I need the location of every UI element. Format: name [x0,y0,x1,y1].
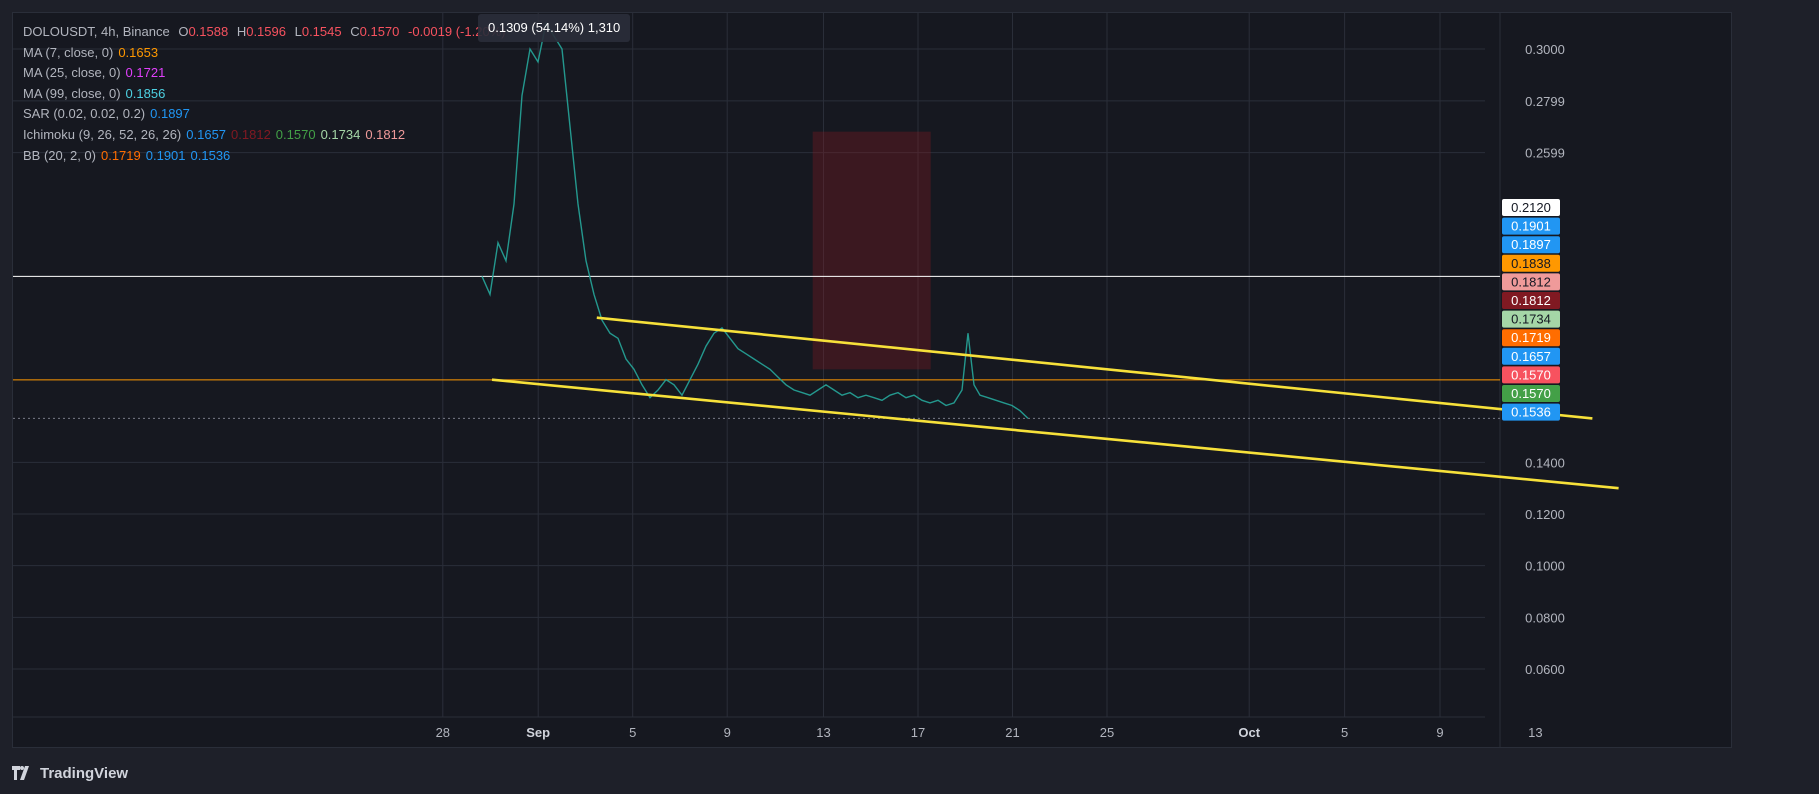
x-axis-tick-label: 13 [816,725,830,740]
indicator-row[interactable]: BB (20, 2, 0) 0.1719 0.1901 0.1536 [23,146,511,167]
x-axis-tick-label: 28 [436,725,450,740]
indicator-row[interactable]: MA (7, close, 0) 0.1653 [23,43,511,64]
footer: TradingView [12,762,128,784]
indicator-value: 0.1536 [190,147,231,163]
indicator-value: 0.1901 [145,147,186,163]
price-tag-label: 0.1657 [1511,349,1551,364]
price-tag-label: 0.1812 [1511,293,1551,308]
price-tag-label: 0.1812 [1511,274,1551,289]
x-axis-tick-label: 5 [1341,725,1348,740]
close-value: 0.1570 [359,24,400,39]
indicator-label: MA (25, close, 0) [23,65,121,81]
indicator-value: 0.1812 [231,126,271,142]
y-axis-tick-label: 0.1400 [1525,455,1565,470]
symbol-label[interactable]: DOLOUSDT, 4h, Binance [23,24,170,39]
indicator-row[interactable]: Ichimoku (9, 26, 52, 26, 26) 0.1657 0.1812… [23,125,511,146]
indicator-row[interactable]: SAR (0.02, 0.02, 0.2) 0.1897 [23,104,511,125]
indicator-value: 0.1721 [125,65,166,81]
measure-tooltip: 0.1309 (54.14%) 1,310 [478,14,631,42]
indicator-value: 0.1719 [100,147,141,163]
low-value: 0.1545 [301,24,342,39]
indicator-value: 0.1734 [320,126,361,142]
x-axis-tick-label: Oct [1238,725,1260,740]
open-value: 0.1588 [188,24,229,39]
high-label: H [236,24,247,39]
tradingview-logo-icon [12,766,29,780]
price-tag-label: 0.1570 [1511,386,1551,401]
x-axis-tick-label: 9 [724,725,731,740]
price-tag-label: 0.1719 [1511,330,1551,345]
indicator-value: 0.1897 [150,106,190,122]
y-axis-tick-label: 0.0600 [1525,662,1565,677]
indicator-label: Ichimoku (9, 26, 52, 26, 26) [23,126,182,142]
lower-channel-line[interactable] [491,378,1619,490]
y-axis-tick-label: 0.1200 [1525,507,1565,522]
price-tag-label: 0.1901 [1511,219,1551,234]
close-label: C [350,24,360,39]
x-axis-tick-label: 5 [629,725,636,740]
x-axis-tick-label: 25 [1100,725,1114,740]
indicator-value: 0.1812 [365,126,406,142]
indicator-label: SAR (0.02, 0.02, 0.2) [23,106,146,122]
high-value: 0.1596 [246,24,286,39]
indicator-value: 0.1653 [118,44,159,60]
y-axis-tick-label: 0.2799 [1525,94,1565,109]
price-tag-label: 0.2120 [1511,200,1551,215]
indicator-value: 0.1856 [125,85,166,101]
indicator-label: MA (7, close, 0) [23,44,114,60]
indicator-value: 0.1657 [186,126,227,142]
x-axis-tick-label: Sep [526,725,550,740]
price-tag-label: 0.1734 [1511,312,1551,327]
price-tag-label: 0.1838 [1511,256,1551,271]
x-axis-tick-label: 17 [911,725,925,740]
x-axis-tick-label: 9 [1436,725,1443,740]
indicator-label: BB (20, 2, 0) [23,147,96,163]
price-tag-label: 0.1536 [1511,405,1551,420]
y-axis-tick-label: 0.0800 [1525,610,1565,625]
low-label: L [294,24,302,39]
brand-name[interactable]: TradingView [40,765,128,782]
x-axis-tick-label: 21 [1005,725,1019,740]
ichimoku-cloud [812,131,931,370]
price-line[interactable] [481,21,1029,419]
y-axis-tick-label: 0.1000 [1525,559,1565,574]
indicator-label: MA (99, close, 0) [23,85,121,101]
indicator-list: MA (7, close, 0) 0.1653 MA (25, close, 0) 0… [23,43,511,167]
price-tag-label: 0.1897 [1511,237,1551,252]
y-axis-tick-label: 0.3000 [1525,42,1565,57]
indicator-row[interactable]: MA (99, close, 0) 0.1856 [23,84,511,105]
price-tag-label: 0.1570 [1511,367,1551,382]
indicator-value: 0.1570 [275,126,316,142]
open-label: O [178,24,189,39]
indicator-row[interactable]: MA (25, close, 0) 0.1721 [23,63,511,84]
symbol-row: DOLOUSDT, 4h, Binance O0.1588 H0.1596 L0… [23,22,511,43]
chart-legend: DOLOUSDT, 4h, Binance O0.1588 H0.1596 L0… [23,22,511,166]
y-axis-tick-label: 0.2599 [1525,146,1565,161]
x-axis-tick-label: 13 [1528,725,1542,740]
